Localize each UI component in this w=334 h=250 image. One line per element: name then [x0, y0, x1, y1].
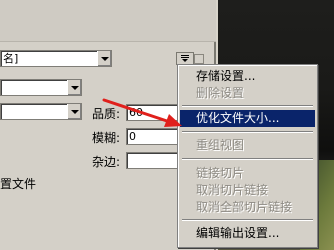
panel-top-bar — [0, 0, 216, 42]
menu-separator — [182, 131, 313, 133]
quality-label: 品质: — [92, 107, 121, 121]
file-format-combo[interactable] — [0, 79, 82, 96]
settings-file-text: 置文件 — [0, 177, 37, 191]
optimize-options-menu: 存储设置... 删除设置 优化文件大小... 重组视图 链接切片 取消切片链接 … — [177, 64, 318, 248]
dropdown-arrow-icon[interactable] — [67, 80, 81, 95]
matte-label: 杂边: — [92, 155, 121, 169]
menu-item-unlink-all-slices[interactable]: 取消全部切片链接 — [180, 199, 315, 216]
menu-item-unlink-slice[interactable]: 取消切片链接 — [180, 182, 315, 199]
settings-name-value: 名] — [3, 52, 19, 65]
quality-preset-combo[interactable] — [0, 103, 82, 120]
settings-name-combo[interactable]: 名] — [0, 50, 112, 67]
dropdown-arrow-icon[interactable] — [67, 104, 81, 119]
secondary-options-button[interactable] — [194, 54, 204, 64]
dropdown-arrow-icon[interactable] — [97, 51, 111, 66]
menu-item-edit-output-settings[interactable]: 编辑输出设置... — [180, 225, 315, 242]
menu-separator — [182, 158, 313, 160]
menu-item-link-slices[interactable]: 链接切片 — [180, 165, 315, 182]
blur-label: 模糊: — [92, 131, 121, 145]
menu-separator — [182, 219, 313, 221]
menu-item-optimize-file-size[interactable]: 优化文件大小... — [180, 110, 315, 127]
menu-item-repopulate-views[interactable]: 重组视图 — [180, 137, 315, 154]
menu-separator — [182, 105, 313, 107]
menu-item-save-settings[interactable]: 存储设置... — [180, 68, 315, 85]
menu-item-delete-settings[interactable]: 删除设置 — [180, 85, 315, 102]
